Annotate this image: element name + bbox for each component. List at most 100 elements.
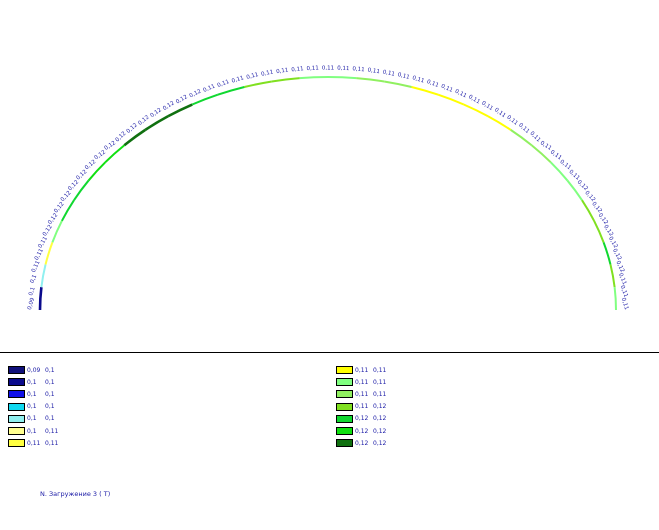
legend-swatch	[336, 414, 353, 423]
caption: N. Загружение 3 ( T)	[40, 490, 111, 498]
arch-value-label: 0,11	[217, 79, 231, 89]
arch-value-label: 0,12	[104, 140, 118, 152]
arch-value-label: 0,11	[426, 79, 440, 89]
arch-value-label: 0,12	[162, 100, 176, 112]
arch-value-label: 0,11	[493, 107, 506, 119]
arch-value-label: 0,12	[189, 89, 203, 100]
legend-from: 0,11	[355, 378, 369, 386]
arch-value-label: 0,12	[115, 131, 128, 144]
arch-value-label: 0,11	[291, 66, 304, 73]
arch-value-label: 0,11	[454, 89, 468, 100]
legend-row: 0,09 0,1	[8, 364, 58, 376]
arch-segment	[411, 86, 439, 96]
arch-segment	[384, 80, 412, 89]
legend-to: 0,12	[373, 415, 387, 423]
arch-segment	[327, 76, 357, 80]
arch-value-label: 0,11	[202, 84, 216, 94]
legend-from: 0,1	[27, 403, 37, 411]
arch-segment	[593, 220, 605, 243]
arch-segment	[271, 77, 300, 83]
legend-to: 0,12	[373, 403, 387, 411]
arch-value-label: 0,12	[137, 114, 150, 126]
arch-value-label: 0,11	[231, 75, 244, 84]
arch-value-label: 0,11	[517, 122, 530, 135]
legend-to: 0,11	[373, 378, 387, 386]
arch-labels: 0,090,10,10,110,110,110,120,120,120,120,…	[27, 66, 629, 311]
arch-value-label: 0,11	[261, 69, 274, 77]
legend-to: 0,1	[45, 415, 55, 423]
arch-segment	[40, 264, 47, 288]
legend-to: 0,1	[45, 403, 55, 411]
arch-value-label: 0,11	[382, 69, 395, 77]
legend-row: 0,12 0,12	[336, 425, 386, 437]
arch-segments	[38, 76, 617, 311]
arch-value-label: 0,11	[619, 285, 629, 299]
arch-value-label: 0,12	[42, 224, 54, 238]
legend-to: 0,1	[45, 378, 55, 386]
arch-segment	[51, 220, 63, 243]
legend-from: 0,12	[355, 427, 369, 435]
legend-from: 0,1	[27, 390, 37, 398]
legend-row: 0,1 0,11	[8, 425, 58, 437]
arch-segment	[613, 287, 617, 311]
arch-value-label: 0,11	[367, 67, 380, 75]
legend-from: 0,1	[27, 427, 37, 435]
arch-value-label: 0,12	[614, 260, 625, 274]
legend-to: 0,1	[45, 390, 55, 398]
legend-from: 0,1	[27, 378, 37, 386]
legend-left: 0,09 0,1 0,1 0,1 0,1 0,1 0,1 0,1 0,1 0,1 0,1 0…	[8, 364, 58, 449]
arch-segment	[244, 80, 272, 89]
arch-segment	[44, 242, 54, 265]
legend-row: 0,11 0,11	[336, 388, 386, 400]
legend-row: 0,1 0,1	[8, 376, 58, 388]
legend-from: 0,12	[355, 439, 369, 447]
legend-row: 0,11 0,12	[336, 401, 386, 413]
arch-value-label: 0,11	[539, 140, 553, 152]
arch-value-label: 0,11	[31, 260, 42, 274]
arch-value-label: 0,11	[306, 66, 319, 73]
arch-value-label: 0,11	[411, 75, 424, 84]
legend-row: 0,1 0,1	[8, 401, 58, 413]
legend-from: 0,1	[27, 415, 37, 423]
legend-from: 0,11	[355, 390, 369, 398]
legend-row: 0,11 0,11	[336, 364, 386, 376]
legend-from: 0,12	[355, 415, 369, 423]
legend-to: 0,11	[45, 439, 59, 447]
legend-swatch	[336, 427, 353, 436]
arch-value-label: 0,12	[149, 107, 162, 119]
arch-value-label: 0,09	[27, 297, 36, 311]
arch-segment	[609, 264, 616, 288]
arch-diagram: 0,090,10,10,110,110,110,120,120,120,120,…	[27, 66, 629, 311]
arch-value-label: 0,1	[28, 286, 37, 296]
arch-value-label: 0,11	[480, 100, 494, 112]
legend-from: 0,11	[355, 403, 369, 411]
arch-value-label: 0,11	[549, 149, 562, 161]
legend-from: 0,09	[27, 366, 41, 374]
legend-row: 0,12 0,12	[336, 413, 386, 425]
arch-value-label: 0,11	[246, 72, 259, 81]
legend-to: 0,11	[373, 366, 387, 374]
arch-value-label: 0,11	[397, 72, 410, 81]
arch-segment	[38, 287, 43, 311]
arch-value-label: 0,1	[29, 274, 38, 284]
legend-swatch	[336, 366, 353, 375]
legend-swatch	[8, 402, 25, 411]
legend-to: 0,11	[45, 427, 59, 435]
arch-value-label: 0,11	[528, 131, 541, 144]
legend-swatch	[8, 390, 25, 399]
legend-swatch	[336, 439, 353, 448]
arch-value-label: 0,11	[38, 236, 49, 250]
arch-value-label: 0,11	[34, 248, 45, 262]
legend-to: 0,1	[45, 366, 55, 374]
legend-to: 0,11	[373, 390, 387, 398]
legend-to: 0,12	[373, 427, 387, 435]
arch-value-label: 0,11	[276, 67, 289, 75]
arch-segment	[356, 77, 385, 83]
legend-swatch	[8, 378, 25, 387]
divider-line	[0, 352, 659, 353]
legend-swatch	[8, 414, 25, 423]
legend-row: 0,1 0,1	[8, 413, 58, 425]
arch-value-label: 0,11	[337, 66, 350, 73]
legend-swatch	[8, 439, 25, 448]
arch-value-label: 0,11	[440, 84, 454, 94]
